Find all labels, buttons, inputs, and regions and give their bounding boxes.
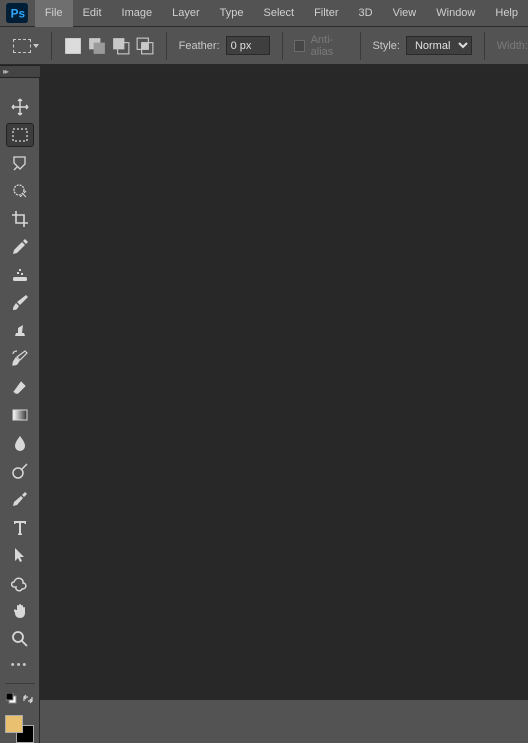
svg-text:Ps: Ps — [11, 7, 26, 21]
type-tool[interactable] — [7, 516, 33, 538]
eraser-tool[interactable] — [7, 376, 33, 398]
menu-help[interactable]: Help — [485, 0, 528, 27]
separator — [484, 32, 485, 60]
intersect-selection-icon[interactable] — [136, 35, 154, 57]
menu-layer[interactable]: Layer — [162, 0, 210, 27]
color-swatches[interactable] — [5, 715, 35, 743]
menu-file[interactable]: File — [35, 0, 73, 27]
separator — [282, 32, 283, 60]
menu-image[interactable]: Image — [112, 0, 163, 27]
gradient-tool[interactable] — [7, 404, 33, 426]
eyedropper-tool[interactable] — [7, 236, 33, 258]
blur-tool[interactable] — [7, 432, 33, 454]
width-label: Width: — [497, 40, 528, 52]
antialias-label: Anti-alias — [311, 34, 348, 58]
custom-shape-tool[interactable] — [7, 572, 33, 594]
edit-toolbar-button[interactable]: ••• — [7, 656, 33, 674]
move-tool[interactable] — [7, 96, 33, 118]
hand-tool[interactable] — [7, 600, 33, 622]
menu-view[interactable]: View — [383, 0, 427, 27]
pen-tool[interactable] — [7, 488, 33, 510]
history-brush-tool[interactable] — [7, 348, 33, 370]
rectangular-marquee-tool[interactable] — [7, 124, 33, 146]
menu-3d[interactable]: 3D — [349, 0, 383, 27]
path-selection-tool[interactable] — [7, 544, 33, 566]
separator — [166, 32, 167, 60]
foreground-color-swatch[interactable] — [5, 715, 23, 733]
toolbox: ••• — [0, 78, 40, 743]
lasso-tool[interactable] — [7, 152, 33, 174]
antialias-checkbox — [294, 40, 304, 52]
separator — [51, 32, 52, 60]
crop-tool[interactable] — [7, 208, 33, 230]
separator — [5, 683, 35, 684]
subtract-from-selection-icon[interactable] — [112, 35, 130, 57]
photoshop-logo: Ps — [0, 0, 35, 27]
zoom-tool[interactable] — [7, 628, 33, 650]
options-bar: Feather: Anti-alias Style: Normal Width: — [0, 27, 528, 65]
feather-label: Feather: — [179, 40, 220, 52]
dodge-tool[interactable] — [7, 460, 33, 482]
new-selection-icon[interactable] — [64, 35, 82, 57]
canvas-area[interactable] — [40, 65, 528, 700]
current-tool-preset-picker[interactable] — [13, 39, 39, 53]
swap-colors-icon[interactable] — [22, 693, 34, 705]
style-select[interactable]: Normal — [406, 36, 472, 55]
toolbox-collapse-toggle[interactable]: ▸▸ — [0, 65, 40, 78]
clone-stamp-tool[interactable] — [7, 320, 33, 342]
menu-bar: Ps File Edit Image Layer Type Select Fil… — [0, 0, 528, 27]
brush-tool[interactable] — [7, 292, 33, 314]
menu-type[interactable]: Type — [210, 0, 254, 27]
add-to-selection-icon[interactable] — [88, 35, 106, 57]
menu-filter[interactable]: Filter — [304, 0, 348, 27]
quick-selection-tool[interactable] — [7, 180, 33, 202]
menu-select[interactable]: Select — [254, 0, 305, 27]
spot-healing-brush-tool[interactable] — [7, 264, 33, 286]
default-colors-icon[interactable] — [6, 693, 18, 705]
separator — [360, 32, 361, 60]
style-label: Style: — [372, 40, 400, 52]
menu-edit[interactable]: Edit — [73, 0, 112, 27]
menu-window[interactable]: Window — [426, 0, 485, 27]
feather-input[interactable] — [226, 36, 270, 55]
